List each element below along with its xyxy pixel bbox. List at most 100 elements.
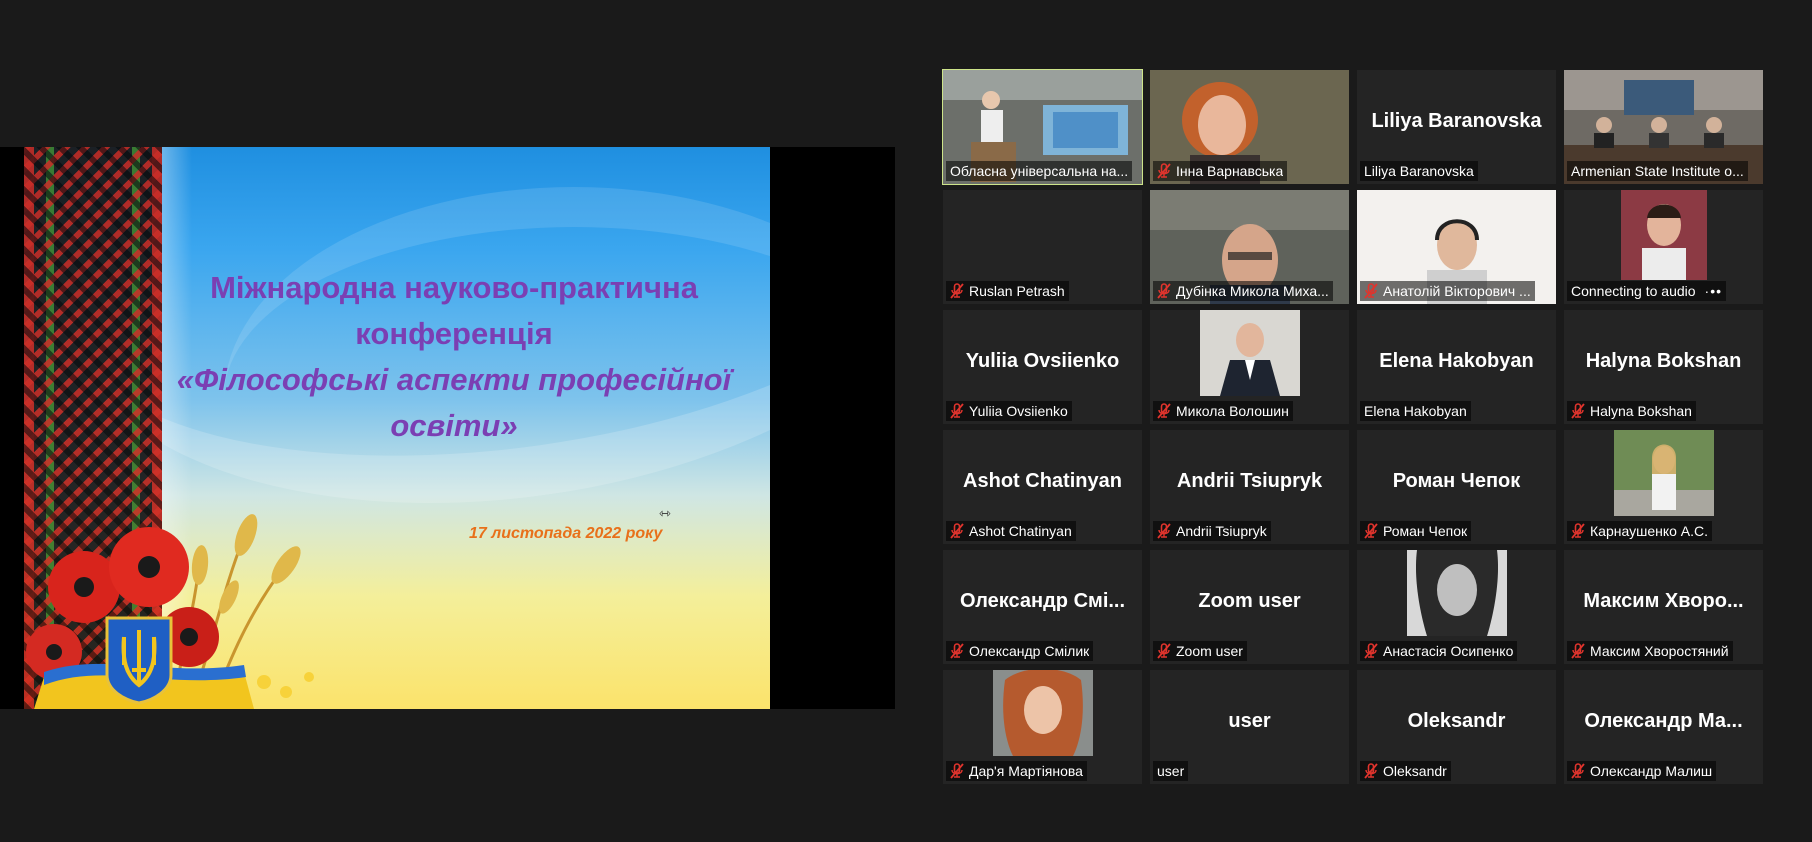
muted-mic-icon bbox=[950, 283, 964, 299]
participant-name-label: Ashot Chatinyan bbox=[946, 521, 1076, 541]
muted-mic-icon bbox=[950, 763, 964, 779]
participant-name-label: Дубінка Микола Миха... bbox=[1153, 281, 1333, 301]
muted-mic-icon bbox=[1571, 403, 1585, 419]
participant-name: Ruslan Petrash bbox=[969, 283, 1065, 299]
participant-name-label: Микола Волошин bbox=[1153, 401, 1293, 421]
participant-name-label: Роман Чепок bbox=[1360, 521, 1472, 541]
participant-name-label: Анатолій Вікторович ... bbox=[1360, 281, 1535, 301]
participant-tile[interactable]: Elena Hakobyan Elena Hakobyan bbox=[1357, 310, 1556, 424]
participant-name-label: Ruslan Petrash bbox=[946, 281, 1069, 301]
participant-tile[interactable]: Liliya Baranovska Liliya Baranovska bbox=[1357, 70, 1556, 184]
participant-name-label: Анастасія Осипенко bbox=[1360, 641, 1518, 661]
participant-tile[interactable]: Обласна універсальна на... bbox=[942, 69, 1143, 185]
participant-name-label: Обласна універсальна на... bbox=[946, 161, 1133, 181]
participant-name: Обласна універсальна на... bbox=[950, 163, 1129, 179]
participant-name-label: Олександр Смілик bbox=[946, 641, 1094, 661]
participant-name: Yuliia Ovsiienko bbox=[969, 403, 1068, 419]
participant-name: Дубінка Микола Миха... bbox=[1176, 283, 1329, 299]
participant-tile[interactable]: Анатолій Вікторович ... bbox=[1357, 190, 1556, 304]
participant-tile[interactable]: Halyna Bokshan Halyna Bokshan bbox=[1564, 310, 1763, 424]
participant-tile[interactable]: Карнаушенко А.С. bbox=[1564, 430, 1763, 544]
participant-name: Олександр Смілик bbox=[969, 643, 1090, 659]
participant-tile[interactable]: Дубінка Микола Миха... bbox=[1150, 190, 1349, 304]
participant-tile[interactable]: Олександр Смі... Олександр Смілик bbox=[943, 550, 1142, 664]
muted-mic-icon bbox=[950, 403, 964, 419]
participant-tile[interactable]: Yuliia Ovsiienko Yuliia Ovsiienko bbox=[943, 310, 1142, 424]
muted-mic-icon bbox=[1364, 763, 1378, 779]
participant-name-label: user bbox=[1153, 761, 1189, 781]
muted-mic-icon bbox=[1157, 163, 1171, 179]
participant-name-label: Oleksandr bbox=[1360, 761, 1451, 781]
slide-date: 17 листопада 2022 року bbox=[469, 525, 663, 542]
participant-display-name: Ashot Chatinyan bbox=[963, 470, 1122, 492]
participant-display-name: Олександр Смі... bbox=[959, 590, 1126, 612]
participant-display-name: Liliya Baranovska bbox=[1371, 110, 1542, 132]
slide-title-line-2: конференція bbox=[355, 316, 553, 351]
participant-display-name: Максим Хворо... bbox=[1583, 590, 1744, 612]
participant-name-label: Zoom user bbox=[1153, 641, 1247, 661]
participant-tile[interactable]: Armenian State Institute o... bbox=[1564, 70, 1763, 184]
participant-tile[interactable]: Ruslan Petrash bbox=[943, 190, 1142, 304]
participant-name-label: Інна Варнавська bbox=[1153, 161, 1288, 181]
muted-mic-icon bbox=[950, 643, 964, 659]
participant-name: Elena Hakobyan bbox=[1364, 403, 1467, 419]
muted-mic-icon bbox=[1157, 403, 1171, 419]
muted-mic-icon bbox=[1157, 283, 1171, 299]
participant-name-label: Карнаушенко А.С. bbox=[1567, 521, 1713, 541]
participant-name: Halyna Bokshan bbox=[1590, 403, 1692, 419]
participant-tile[interactable]: Zoom user Zoom user bbox=[1150, 550, 1349, 664]
participant-display-name: Andrii Tsiupryk bbox=[1176, 470, 1323, 492]
presentation-slide: Міжнародна науково-практична конференція… bbox=[24, 147, 770, 709]
participant-tile[interactable]: Микола Волошин bbox=[1150, 310, 1349, 424]
participant-name-label: Yuliia Ovsiienko bbox=[946, 401, 1072, 421]
connecting-spinner-icon: ·•• bbox=[1704, 283, 1723, 299]
participant-tile[interactable]: Роман Чепок Роман Чепок bbox=[1357, 430, 1556, 544]
participant-tile[interactable]: Ashot Chatinyan Ashot Chatinyan bbox=[943, 430, 1142, 544]
participant-name-label: Liliya Baranovska bbox=[1360, 161, 1478, 181]
muted-mic-icon bbox=[1571, 523, 1585, 539]
participant-name: Armenian State Institute o... bbox=[1571, 163, 1744, 179]
participant-name-label: Максим Хворостяний bbox=[1567, 641, 1733, 661]
participant-name: Connecting to audio bbox=[1571, 283, 1696, 299]
slide-title: Міжнародна науково-практична конференція… bbox=[154, 265, 754, 449]
participant-name-label: Andrii Tsiupryk bbox=[1153, 521, 1271, 541]
participant-name: Карнаушенко А.С. bbox=[1590, 523, 1709, 539]
participant-tile[interactable]: Andrii Tsiupryk Andrii Tsiupryk bbox=[1150, 430, 1349, 544]
muted-mic-icon bbox=[1571, 643, 1585, 659]
participant-display-name: Роман Чепок bbox=[1392, 470, 1521, 492]
participant-tile[interactable]: Дар'я Мартіянова bbox=[943, 670, 1142, 784]
participant-name: Олександр Малиш bbox=[1590, 763, 1713, 779]
participant-name: Zoom user bbox=[1176, 643, 1243, 659]
muted-mic-icon bbox=[1364, 523, 1378, 539]
trident-coat-of-arms-icon bbox=[105, 616, 173, 705]
participant-name-label: Halyna Bokshan bbox=[1567, 401, 1696, 421]
slide-title-line-3: «Філософські аспекти професійної bbox=[176, 362, 732, 397]
participant-display-name: Elena Hakobyan bbox=[1379, 350, 1534, 372]
participant-tile[interactable]: Інна Варнавська bbox=[1150, 70, 1349, 184]
participant-tile[interactable]: Connecting to audio ·•• bbox=[1564, 190, 1763, 304]
participant-name-label: Armenian State Institute o... bbox=[1567, 161, 1748, 181]
muted-mic-icon bbox=[1157, 643, 1171, 659]
participant-name: Дар'я Мартіянова bbox=[969, 763, 1083, 779]
participant-name: Роман Чепок bbox=[1383, 523, 1468, 539]
participant-name: Микола Волошин bbox=[1176, 403, 1289, 419]
participant-display-name: Oleksandr bbox=[1407, 710, 1506, 732]
participant-name-label: Elena Hakobyan bbox=[1360, 401, 1471, 421]
participant-name-label: Олександр Малиш bbox=[1567, 761, 1717, 781]
muted-mic-icon bbox=[1157, 523, 1171, 539]
muted-mic-icon bbox=[950, 523, 964, 539]
participant-name: Анатолій Вікторович ... bbox=[1383, 283, 1531, 299]
participant-name: Ashot Chatinyan bbox=[969, 523, 1072, 539]
shared-screen[interactable]: Міжнародна науково-практична конференція… bbox=[0, 147, 895, 709]
participant-tile[interactable]: user user bbox=[1150, 670, 1349, 784]
participant-name-label: Дар'я Мартіянова bbox=[946, 761, 1087, 781]
participant-tile[interactable]: Анастасія Осипенко bbox=[1357, 550, 1556, 664]
participant-name: Liliya Baranovska bbox=[1364, 163, 1474, 179]
participant-tile[interactable]: Олександр Ма... Олександр Малиш bbox=[1564, 670, 1763, 784]
participant-tile[interactable]: Oleksandr Oleksandr bbox=[1357, 670, 1556, 784]
muted-mic-icon bbox=[1364, 643, 1378, 659]
participant-tile[interactable]: Максим Хворо... Максим Хворостяний bbox=[1564, 550, 1763, 664]
muted-mic-icon bbox=[1364, 283, 1378, 299]
slide-title-line-1: Міжнародна науково-практична bbox=[210, 270, 698, 305]
participant-display-name: Halyna Bokshan bbox=[1585, 350, 1742, 372]
